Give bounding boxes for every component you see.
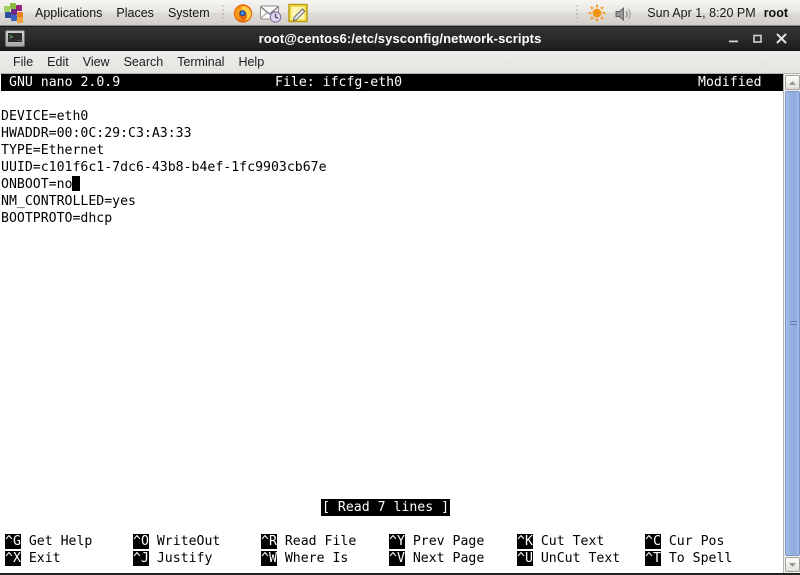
nano-shortcut-row-1: ^G Get Help ^O WriteOut ^R Read File ^Y … <box>1 533 783 550</box>
panel-separator <box>221 3 224 22</box>
desktop-screen: Applications Places System Sun Apr 1, 8:… <box>0 0 800 575</box>
nano-text-area[interactable]: DEVICE=eth0 HWADDR=00:0C:29:C3:A3:33 TYP… <box>1 108 783 227</box>
shortcut-next-page[interactable]: ^V Next Page <box>389 550 484 567</box>
menu-view[interactable]: View <box>76 52 117 72</box>
close-button[interactable] <box>770 29 792 49</box>
shortcut-label: Justify <box>148 551 213 566</box>
shortcut-key: ^G <box>5 534 21 549</box>
nano-file-label: File: ifcfg-eth0 <box>275 75 403 90</box>
terminal-scrollbar[interactable] <box>783 74 800 573</box>
window-titlebar[interactable]: root@centos6:/etc/sysconfig/network-scri… <box>0 27 800 51</box>
shortcut-read-file[interactable]: ^R Read File <box>261 533 356 550</box>
scrollbar-grip <box>789 320 797 327</box>
nano-editor[interactable]: GNU nano 2.0.9 File: ifcfg-eth0 Modified… <box>0 74 783 573</box>
scroll-down-button[interactable] <box>784 557 800 572</box>
menu-edit[interactable]: Edit <box>40 52 76 72</box>
code-line-text: ONBOOT=no <box>1 177 73 192</box>
panel-menu-places[interactable]: Places <box>109 3 161 23</box>
shortcut-cur-pos[interactable]: ^C Cur Pos <box>645 533 724 550</box>
nano-filler <box>1 227 783 499</box>
shortcut-writeout[interactable]: ^O WriteOut <box>133 533 220 550</box>
shortcut-label: Exit <box>20 551 61 566</box>
code-line: UUID=c101f6c1-7dc6-43b8-b4ef-1fc9903cb67… <box>1 160 327 175</box>
shortcut-key: ^C <box>645 534 661 549</box>
shortcut-label: Next Page <box>404 551 485 566</box>
nano-status-message: [ Read 7 lines ] <box>321 499 451 516</box>
code-line: TYPE=Ethernet <box>1 142 783 159</box>
panel-user-label[interactable]: root <box>764 6 792 20</box>
panel-clock[interactable]: Sun Apr 1, 8:20 PM <box>639 6 763 20</box>
shortcut-label: WriteOut <box>148 534 221 549</box>
panel-menu-applications[interactable]: Applications <box>28 3 109 23</box>
panel-right-group: Sun Apr 1, 8:20 PM root <box>571 0 800 26</box>
shortcut-label: To Spell <box>660 551 733 566</box>
window-title: root@centos6:/etc/sysconfig/network-scri… <box>258 31 542 46</box>
code-line: NM_CONTROLLED=yes <box>1 194 136 209</box>
code-line: BOOTPROTO=dhcp <box>1 211 113 226</box>
shortcut-key: ^J <box>133 551 149 566</box>
brightness-sun-icon[interactable] <box>584 2 610 24</box>
window-controls <box>720 29 800 49</box>
shortcut-key: ^V <box>389 551 405 566</box>
text-cursor <box>72 176 81 191</box>
shortcut-get-help[interactable]: ^G Get Help <box>5 533 92 550</box>
volume-speaker-icon[interactable] <box>612 2 638 24</box>
code-line: DEVICE=eth0 <box>1 108 783 125</box>
panel-separator-tray <box>576 3 579 22</box>
shortcut-key: ^O <box>133 534 149 549</box>
scrollbar-track[interactable] <box>784 91 800 556</box>
terminal-body: GNU nano 2.0.9 File: ifcfg-eth0 Modified… <box>0 74 800 573</box>
code-line: HWADDR=00:0C:29:C3:A3:33 <box>1 126 192 141</box>
code-line-with-cursor: ONBOOT=no <box>1 176 783 193</box>
shortcut-key: ^R <box>261 534 277 549</box>
nano-shortcut-row-2: ^X Exit ^J Justify ^W Where Is ^V Next P… <box>1 550 783 567</box>
shortcut-key: ^T <box>645 551 661 566</box>
shortcut-key: ^U <box>517 551 533 566</box>
shortcut-exit[interactable]: ^X Exit <box>5 550 61 567</box>
gnome-top-panel: Applications Places System Sun Apr 1, 8:… <box>0 0 800 26</box>
scrollbar-thumb[interactable] <box>784 91 800 556</box>
minimize-button[interactable] <box>722 29 744 49</box>
launcher-notes[interactable] <box>286 2 312 24</box>
shortcut-uncut-text[interactable]: ^U UnCut Text <box>517 550 620 567</box>
shortcut-label: Where Is <box>276 551 349 566</box>
shortcut-prev-page[interactable]: ^Y Prev Page <box>389 533 484 550</box>
shortcut-key: ^X <box>5 551 21 566</box>
nano-spacer-2 <box>1 516 783 533</box>
shortcut-key: ^Y <box>389 534 405 549</box>
shortcut-justify[interactable]: ^J Justify <box>133 550 212 567</box>
maximize-button[interactable] <box>746 29 768 49</box>
centos-logo-icon[interactable] <box>3 2 25 23</box>
nano-header-bar: GNU nano 2.0.9 File: ifcfg-eth0 Modified <box>1 74 783 91</box>
shortcut-label: Prev Page <box>404 534 485 549</box>
terminal-menubar: File Edit View Search Terminal Help <box>0 51 800 74</box>
nano-version-label: GNU nano 2.0.9 <box>9 75 121 90</box>
nano-spacer <box>1 91 783 108</box>
menu-help[interactable]: Help <box>231 52 271 72</box>
panel-left-group: Applications Places System <box>0 0 313 26</box>
shortcut-label: Cut Text <box>532 534 605 549</box>
menu-search[interactable]: Search <box>117 52 171 72</box>
scroll-up-button[interactable] <box>784 75 800 90</box>
panel-menu-system[interactable]: System <box>161 3 217 23</box>
nano-status-row: [ Read 7 lines ] <box>1 499 783 516</box>
terminal-icon <box>5 30 25 47</box>
terminal-window: root@centos6:/etc/sysconfig/network-scri… <box>0 27 800 575</box>
shortcut-label: Get Help <box>20 534 93 549</box>
menu-file[interactable]: File <box>6 52 40 72</box>
shortcut-key: ^K <box>517 534 533 549</box>
shortcut-cut-text[interactable]: ^K Cut Text <box>517 533 604 550</box>
shortcut-label: Read File <box>276 534 357 549</box>
nano-modified-label: Modified <box>698 75 762 90</box>
menu-terminal[interactable]: Terminal <box>170 52 231 72</box>
launcher-evolution[interactable] <box>258 2 284 24</box>
shortcut-key: ^W <box>261 551 277 566</box>
shortcut-label: Cur Pos <box>660 534 725 549</box>
shortcut-where-is[interactable]: ^W Where Is <box>261 550 348 567</box>
launcher-firefox[interactable] <box>230 2 256 24</box>
shortcut-label: UnCut Text <box>532 551 621 566</box>
shortcut-to-spell[interactable]: ^T To Spell <box>645 550 732 567</box>
